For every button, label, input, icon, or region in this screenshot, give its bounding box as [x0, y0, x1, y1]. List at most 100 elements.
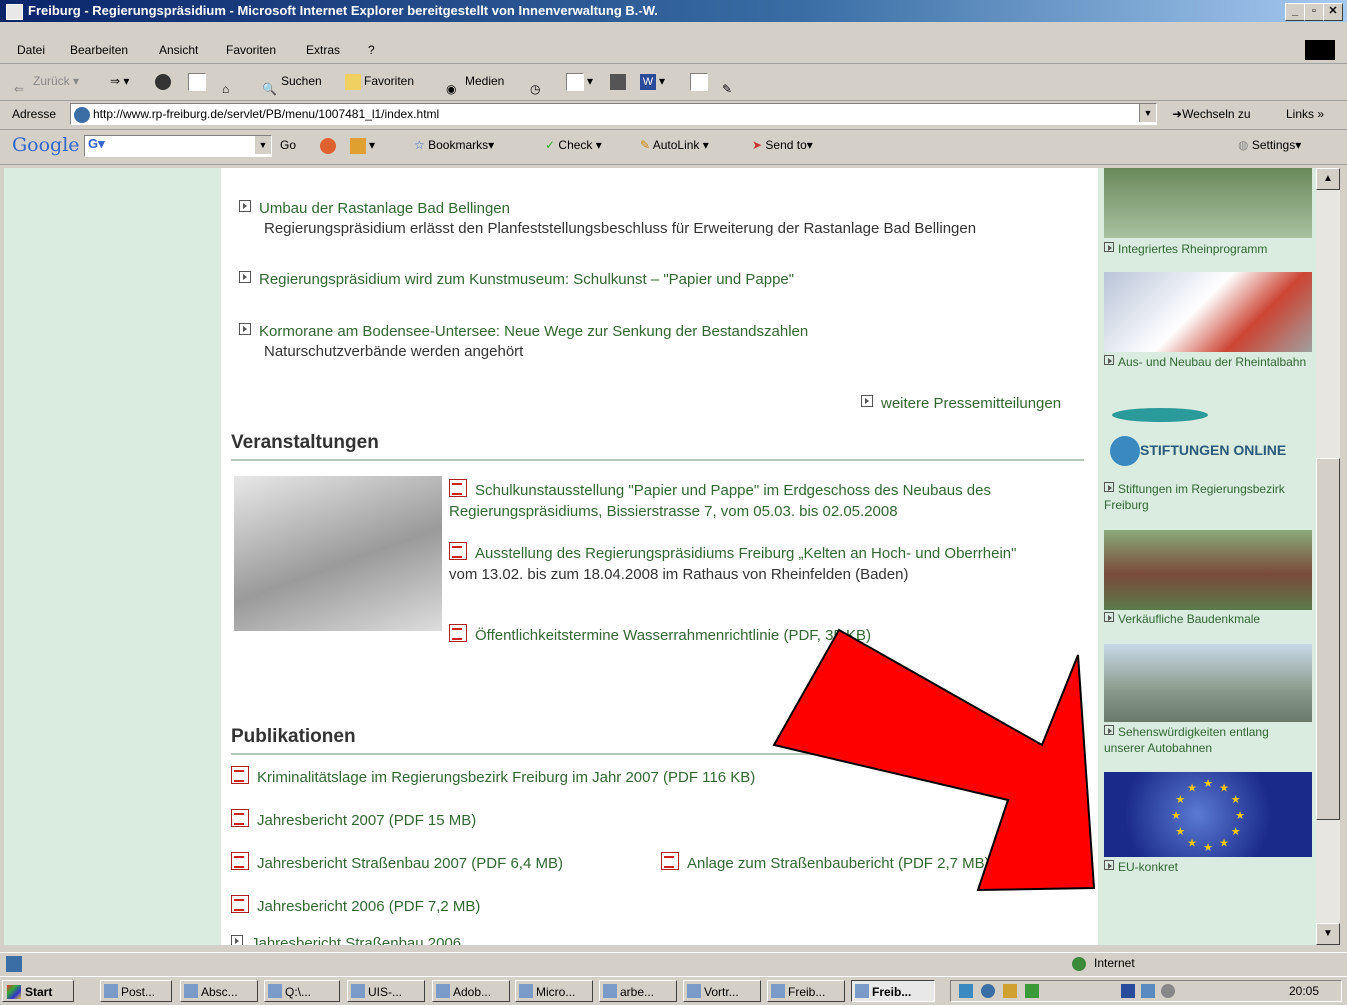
system-tray: 20:05 — [950, 980, 1342, 1002]
start-button[interactable]: Start — [2, 980, 74, 1002]
search-icon: 🔍 — [262, 81, 277, 96]
google-go-label: Go — [280, 138, 297, 152]
network-tray-icon[interactable] — [1141, 984, 1155, 998]
print-button[interactable] — [610, 66, 629, 96]
task-button[interactable]: arbe... — [599, 980, 677, 1002]
arrow-shape — [772, 628, 1096, 892]
page-viewport: Umbau der Rastanlage Bad Bellingen Regie… — [4, 168, 1316, 945]
popup-blocker-icon[interactable] — [320, 130, 339, 160]
mail-button[interactable]: ▾ — [566, 66, 593, 96]
google-toolbar: Google G▾ ▼ Go ▾ ☆ Bookmarks▾ ✓ Check ▾ … — [0, 130, 1347, 165]
scroll-down-button[interactable]: ▼ — [1316, 923, 1340, 945]
minimize-button[interactable]: _ — [1285, 3, 1305, 21]
google-dropdown-icon[interactable]: ▼ — [255, 136, 271, 154]
ie-quicklaunch-icon[interactable] — [981, 984, 995, 998]
sendto-button[interactable]: ➤ Send to▾ — [752, 130, 813, 160]
history-icon: ◷ — [530, 81, 541, 96]
task-button[interactable]: Q:\... — [264, 980, 340, 1002]
news-button[interactable]: ▾ — [350, 130, 375, 160]
vertical-scrollbar[interactable]: ▲ ▼ — [1316, 168, 1340, 945]
messenger-icon: ✎ — [722, 81, 733, 96]
media-button[interactable]: ◉ Medien — [446, 66, 504, 96]
sendto-label: Send to — [765, 138, 807, 152]
history-button[interactable]: ◷ — [530, 66, 549, 96]
address-dropdown-icon[interactable]: ▼ — [1139, 104, 1156, 122]
refresh-icon — [188, 72, 206, 91]
address-input[interactable]: http://www.rp-freiburg.de/servlet/PB/men… — [70, 103, 1157, 125]
autolink-button[interactable]: ✎ AutoLink ▾ — [640, 130, 709, 160]
favorites-icon — [345, 73, 361, 90]
autolink-icon: ✎ — [640, 138, 651, 152]
windows-flag-icon — [7, 985, 21, 999]
task-button[interactable]: Adob... — [432, 980, 510, 1002]
task-button[interactable]: Freib... — [767, 980, 845, 1002]
menu-extras[interactable]: Extras — [306, 37, 340, 63]
home-button[interactable]: ⌂ — [222, 66, 241, 96]
scroll-up-button[interactable]: ▲ — [1316, 168, 1340, 190]
star-icon: ☆ — [414, 138, 425, 152]
address-label: Adresse — [12, 107, 57, 121]
check-label: Check — [558, 138, 593, 152]
stop-icon — [155, 73, 171, 90]
check-button[interactable]: ✓ Check ▾ — [545, 130, 602, 160]
search-label: Suchen — [281, 74, 322, 88]
bookmarks-label: Bookmarks — [428, 138, 489, 152]
back-label: Zurück — [33, 74, 70, 88]
settings-button[interactable]: ◍ Settings▾ — [1238, 130, 1301, 160]
settings-icon: ◍ — [1238, 138, 1249, 152]
language-de-icon[interactable] — [1121, 984, 1135, 998]
google-go-button[interactable]: Go — [280, 130, 296, 160]
word-icon: W — [640, 73, 656, 90]
media-icon: ◉ — [446, 81, 457, 96]
window-title: Freiburg - Regierungspräsidium - Microso… — [28, 3, 658, 18]
zone-label: Internet — [1094, 956, 1135, 970]
menu-bearbeiten[interactable]: Bearbeiten — [70, 37, 128, 63]
edit-button[interactable]: W ▾ — [640, 66, 665, 96]
excel-quicklaunch-icon[interactable] — [1025, 984, 1039, 998]
folder-quicklaunch-icon[interactable] — [1003, 984, 1017, 998]
bookmarks-button[interactable]: ☆ Bookmarks▾ — [414, 130, 494, 160]
scroll-thumb[interactable] — [1316, 458, 1340, 820]
ie-icon — [6, 4, 23, 20]
menu-help[interactable]: ? — [368, 37, 375, 63]
volume-tray-icon[interactable] — [1161, 984, 1175, 998]
google-logo: Google — [12, 134, 80, 156]
forward-button[interactable]: ⇒ ▾ — [110, 66, 129, 96]
task-button[interactable]: Post... — [100, 980, 172, 1002]
standard-toolbar: ⇐ Zurück ▾ ⇒ ▾ ⌂ 🔍 Suchen Favoriten ◉ Medie… — [0, 66, 1347, 101]
maximize-button[interactable]: ▫ — [1304, 3, 1324, 21]
favorites-button[interactable]: Favoriten — [345, 66, 414, 96]
links-button[interactable]: Links » — [1286, 101, 1324, 127]
close-button[interactable]: ✕ — [1323, 3, 1343, 21]
task-button[interactable]: Absc... — [180, 980, 258, 1002]
google-g-icon: G▾ — [88, 136, 105, 151]
back-button[interactable]: ⇐Zurück ▾ — [14, 66, 79, 96]
popup-icon — [320, 137, 336, 154]
go-arrow-icon: ➜ — [1172, 107, 1183, 121]
sendto-icon: ➤ — [752, 138, 763, 152]
settings-label: Settings — [1251, 138, 1296, 152]
autolink-label: AutoLink — [652, 138, 700, 152]
go-label: Wechseln zu — [1182, 107, 1251, 121]
quicklaunch-icon[interactable] — [959, 984, 973, 998]
go-button[interactable]: ➜Wechseln zu — [1172, 101, 1251, 127]
menu-datei[interactable]: Datei — [17, 37, 45, 63]
google-search-input[interactable]: G▾ ▼ — [84, 135, 272, 157]
search-button[interactable]: 🔍 Suchen — [262, 66, 322, 96]
discuss-button[interactable] — [690, 66, 711, 96]
page-status-icon — [6, 956, 22, 972]
red-annotation-arrow — [772, 628, 1096, 892]
stop-button[interactable] — [155, 66, 174, 96]
print-icon — [610, 73, 626, 90]
forward-arrow-icon: ⇒ — [110, 74, 121, 88]
task-button[interactable]: UIS-... — [347, 980, 425, 1002]
menu-ansicht[interactable]: Ansicht — [159, 37, 198, 63]
spellcheck-icon: ✓ — [545, 138, 556, 152]
task-button[interactable]: Micro... — [515, 980, 593, 1002]
home-icon: ⌂ — [222, 81, 230, 96]
messenger-button[interactable]: ✎ — [722, 66, 741, 96]
task-button[interactable]: Vortr... — [683, 980, 761, 1002]
menu-favoriten[interactable]: Favoriten — [226, 37, 276, 63]
task-button-active[interactable]: Freib... — [851, 980, 935, 1002]
refresh-button[interactable] — [188, 66, 209, 96]
